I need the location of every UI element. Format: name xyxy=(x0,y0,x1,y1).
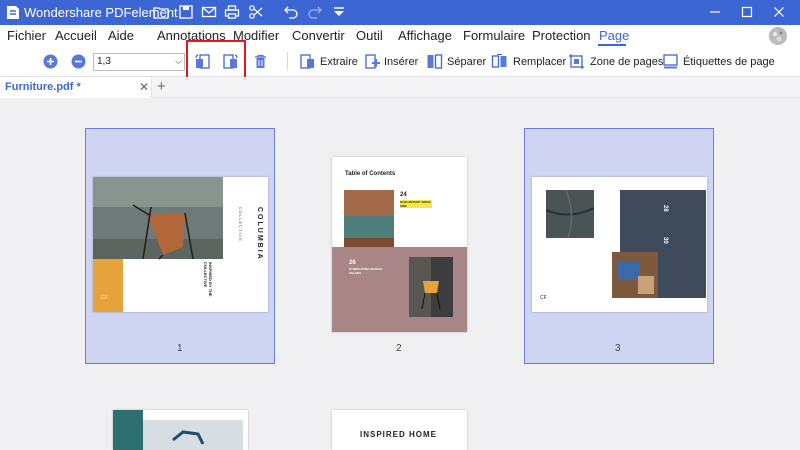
page-3-photo-workshop xyxy=(612,252,658,298)
page-3-number-28: 28 xyxy=(662,205,668,212)
split-button[interactable]: Séparer xyxy=(447,56,486,68)
page-1-badge: CF xyxy=(101,295,108,301)
page-box-button[interactable]: Zone de pages xyxy=(590,56,663,68)
page-2-number-24: 24 xyxy=(400,192,407,198)
tab-close-icon[interactable]: ✕ xyxy=(139,80,149,94)
page-2-heading: Table of Contents xyxy=(345,171,396,177)
page-labels-button[interactable]: Étiquettes de page xyxy=(683,56,775,68)
menu-aide[interactable]: Aide xyxy=(108,28,134,43)
page-1-caption: INSPIRED BY THE COLLECTIVE xyxy=(203,262,213,297)
menu-accueil[interactable]: Accueil xyxy=(55,28,97,43)
user-avatar[interactable] xyxy=(769,27,787,45)
menu-convertir[interactable]: Convertir xyxy=(292,28,345,43)
page-3-photo-leather xyxy=(546,190,594,238)
page-thumbnail-1[interactable]: CF COLUMBIA COLLECTIVE INSPIRED BY THE C… xyxy=(93,177,268,312)
page-number-1: 1 xyxy=(177,343,183,354)
print-icon[interactable] xyxy=(224,4,240,20)
replace-icon[interactable] xyxy=(491,53,508,70)
page-2-photo-sofa xyxy=(344,190,394,252)
page-range-select[interactable]: 1,3 ⌵ xyxy=(93,53,185,71)
page-thumbnail-3[interactable]: 28 30 CF xyxy=(532,177,707,312)
redo-icon[interactable] xyxy=(307,4,323,20)
page-5-heading: INSPIRED HOME xyxy=(360,430,438,439)
document-tab-label: Furniture.pdf * xyxy=(5,81,81,93)
rotate-buttons-highlight xyxy=(186,40,246,82)
page-labels-icon[interactable] xyxy=(662,53,679,70)
insert-icon[interactable] xyxy=(364,53,381,70)
undo-icon[interactable] xyxy=(283,4,299,20)
menu-bar: Fichier Accueil Aide Annotations Modifie… xyxy=(0,25,800,46)
title-bar: Wondershare PDFelement xyxy=(0,0,800,25)
menu-fichier[interactable]: Fichier xyxy=(7,28,46,43)
page-2-section-24: OUR HISTORY SINCE 1982 xyxy=(400,200,432,208)
page-2-number-26: 26 xyxy=(349,260,356,266)
minimize-icon[interactable] xyxy=(706,3,724,21)
delete-page-icon[interactable] xyxy=(252,53,269,70)
page-range-value: 1,3 xyxy=(97,56,111,67)
quick-access-dropdown-icon[interactable] xyxy=(331,4,347,20)
page-3-badge: CF xyxy=(540,295,547,301)
menu-page[interactable]: Page xyxy=(599,28,629,43)
insert-button[interactable]: Insérer xyxy=(384,56,418,68)
extract-icon[interactable] xyxy=(299,53,316,70)
page-2-section-26: SYNDICATING DESIGN VALUES xyxy=(349,267,382,275)
split-icon[interactable] xyxy=(426,53,443,70)
page-4-photo xyxy=(113,410,248,450)
menu-outil[interactable]: Outil xyxy=(356,28,383,43)
toolbar-divider xyxy=(287,52,288,70)
maximize-icon[interactable] xyxy=(738,3,756,21)
menu-protection[interactable]: Protection xyxy=(532,28,591,43)
new-tab-icon[interactable]: + xyxy=(157,78,166,95)
page-number-3: 3 xyxy=(615,343,621,354)
user-avatar-icon xyxy=(769,27,787,45)
page-thumbnail-2[interactable]: Table of Contents 24 OUR HISTORY SINCE 1… xyxy=(332,157,467,332)
save-icon[interactable] xyxy=(178,4,194,20)
document-tab[interactable]: Furniture.pdf * ✕ xyxy=(0,77,152,98)
page-2-photo-chair xyxy=(409,257,453,317)
page-thumbnail-5[interactable]: INSPIRED HOME xyxy=(332,410,467,450)
page-1-brand-sub: COLLECTIVE xyxy=(238,207,243,242)
page-3-number-30: 30 xyxy=(662,237,668,244)
page-number-2: 2 xyxy=(396,343,402,354)
page-thumbnail-4[interactable] xyxy=(113,410,248,450)
extract-button[interactable]: Extraire xyxy=(320,56,358,68)
zoom-out-icon[interactable] xyxy=(70,53,87,70)
menu-formulaire[interactable]: Formulaire xyxy=(463,28,525,43)
document-tab-bar: Furniture.pdf * ✕ + xyxy=(0,77,800,98)
email-icon[interactable] xyxy=(201,4,217,20)
close-icon[interactable] xyxy=(770,3,788,21)
open-folder-icon[interactable] xyxy=(153,4,169,20)
replace-button[interactable]: Remplacer xyxy=(513,56,566,68)
zoom-in-icon[interactable] xyxy=(42,53,59,70)
page-box-icon[interactable] xyxy=(568,53,585,70)
chevron-down-icon: ⌵ xyxy=(175,56,182,66)
pdfelement-logo-icon xyxy=(7,6,19,19)
scissors-icon[interactable] xyxy=(248,4,264,20)
menu-affichage[interactable]: Affichage xyxy=(398,28,452,43)
page-1-brand: COLUMBIA xyxy=(256,207,263,261)
